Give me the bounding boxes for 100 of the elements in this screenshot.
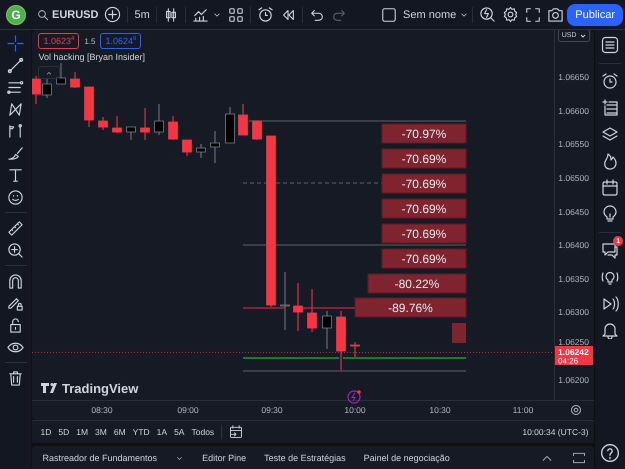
range-button[interactable]: 3M (95, 427, 107, 437)
zoom-icon[interactable] (7, 242, 24, 258)
emoji-icon[interactable] (7, 188, 24, 206)
forecast-icon[interactable] (7, 122, 24, 140)
range-button[interactable]: 6M (114, 427, 126, 437)
interval-button[interactable]: 5m (131, 2, 153, 26)
candle (112, 116, 122, 134)
spread-value: 1.5 (84, 36, 96, 46)
candle (182, 140, 192, 156)
ruler-icon[interactable] (7, 220, 24, 236)
quick-search-icon[interactable] (479, 6, 496, 23)
alert-icon[interactable] (256, 6, 274, 23)
panel-tab[interactable]: Editor Pine (202, 453, 246, 463)
candle (154, 104, 164, 136)
level-line[interactable] (343, 357, 466, 359)
indicator-label: Vol hacking [Bryan Insider] (38, 52, 146, 62)
pattern-icon[interactable] (7, 100, 24, 118)
templates-icon[interactable] (228, 6, 244, 22)
chat-icon[interactable] (601, 241, 620, 260)
trash-icon[interactable] (7, 370, 24, 386)
percent-label: -80.22% (368, 274, 467, 294)
candle (226, 106, 236, 144)
logo-text: TradingView (62, 381, 139, 396)
buy-price-button[interactable]: 1.0624$^{9}$ (100, 33, 142, 49)
candle (350, 342, 360, 358)
percent-label: -70.69% (382, 198, 467, 218)
settings-icon[interactable] (502, 6, 520, 23)
lightning-icon[interactable] (348, 390, 362, 404)
candle (84, 86, 94, 128)
price-label: 1.06200 (558, 375, 590, 385)
small-marker (452, 323, 466, 343)
brush-icon[interactable] (7, 144, 24, 162)
calendar-icon[interactable] (601, 178, 620, 197)
candle (280, 272, 290, 330)
range-button[interactable]: 5D (58, 427, 70, 437)
fire-icon[interactable] (601, 152, 620, 170)
price-label: 1.06600 (558, 106, 590, 116)
price-label: 1.06450 (558, 207, 590, 217)
clock[interactable]: 10:00:34 (UTC-3) (522, 427, 588, 437)
candle (32, 76, 42, 104)
help-icon[interactable] (600, 443, 620, 463)
crosshair-icon[interactable] (7, 34, 24, 52)
level-line[interactable] (243, 182, 266, 184)
range-button[interactable]: YTD (132, 427, 150, 437)
layers-icon[interactable] (601, 125, 620, 144)
price-label: 1.06350 (558, 274, 590, 284)
maximize-icon[interactable] (572, 451, 586, 465)
price-label: 1.06400 (558, 240, 590, 250)
time-label: 10:00 (344, 405, 366, 415)
percent-label: -70.69% (382, 224, 467, 244)
price-label: 1.06550 (558, 139, 590, 149)
candle (210, 130, 220, 164)
trend-line-icon[interactable] (7, 56, 24, 74)
magnet-icon[interactable] (7, 272, 24, 290)
publish-button[interactable]: Publicar (567, 4, 623, 26)
add-symbol-icon[interactable] (104, 6, 122, 23)
search-icon (37, 8, 49, 20)
panel-tab[interactable]: Teste de Estratégias (264, 453, 346, 463)
candle (140, 108, 150, 140)
caret-icon[interactable] (580, 32, 586, 38)
percent-label: -89.76% (354, 298, 467, 318)
layout-name-button[interactable]: Sem nome (400, 2, 460, 26)
range-button[interactable]: Todos (191, 427, 214, 437)
layout-icon[interactable] (381, 6, 398, 22)
time-label: 09:30 (262, 405, 284, 415)
alarm-clock-icon[interactable] (601, 72, 620, 90)
range-button[interactable]: 1A (156, 427, 168, 437)
candle (168, 116, 178, 140)
candle (252, 120, 262, 140)
current-price-label: 1.06242 04:26 (555, 346, 594, 366)
candle (238, 104, 248, 136)
candle (126, 126, 136, 140)
price-label: 1.06500 (558, 173, 590, 183)
level-line[interactable] (243, 357, 340, 359)
play-icon[interactable] (601, 294, 620, 313)
go-to-date-icon[interactable] (229, 425, 244, 439)
fullscreen-icon[interactable] (525, 6, 542, 22)
indicators-icon[interactable] (192, 6, 209, 23)
range-button[interactable]: 1M (76, 427, 88, 437)
fib-retracement-icon[interactable] (7, 78, 24, 96)
percent-label: -70.69% (382, 248, 467, 268)
range-button[interactable]: 5A (174, 427, 184, 437)
panel-tab[interactable]: Painel de negociação (364, 453, 450, 463)
text-icon[interactable] (7, 166, 24, 184)
percent-label: -70.69% (382, 174, 467, 194)
candle (322, 310, 332, 350)
time-label: 11:00 (513, 405, 534, 415)
time-label: 09:00 (178, 405, 200, 415)
add-list-icon[interactable] (601, 98, 620, 117)
panel-tab[interactable]: Rastreador de Fundamentos (42, 453, 158, 463)
symbol-search[interactable]: EURUSD (34, 2, 102, 26)
lightbulb-icon[interactable] (601, 205, 620, 224)
camera-icon[interactable] (547, 6, 564, 23)
candle (308, 288, 318, 332)
sell-price-button[interactable]: 1.0623$^{4}$ (38, 33, 80, 49)
level-line[interactable] (249, 120, 466, 122)
settings-icon[interactable] (571, 405, 582, 415)
watchlist-icon[interactable] (601, 36, 620, 54)
range-button[interactable]: 1D (40, 427, 52, 437)
bell-icon[interactable] (601, 321, 620, 340)
